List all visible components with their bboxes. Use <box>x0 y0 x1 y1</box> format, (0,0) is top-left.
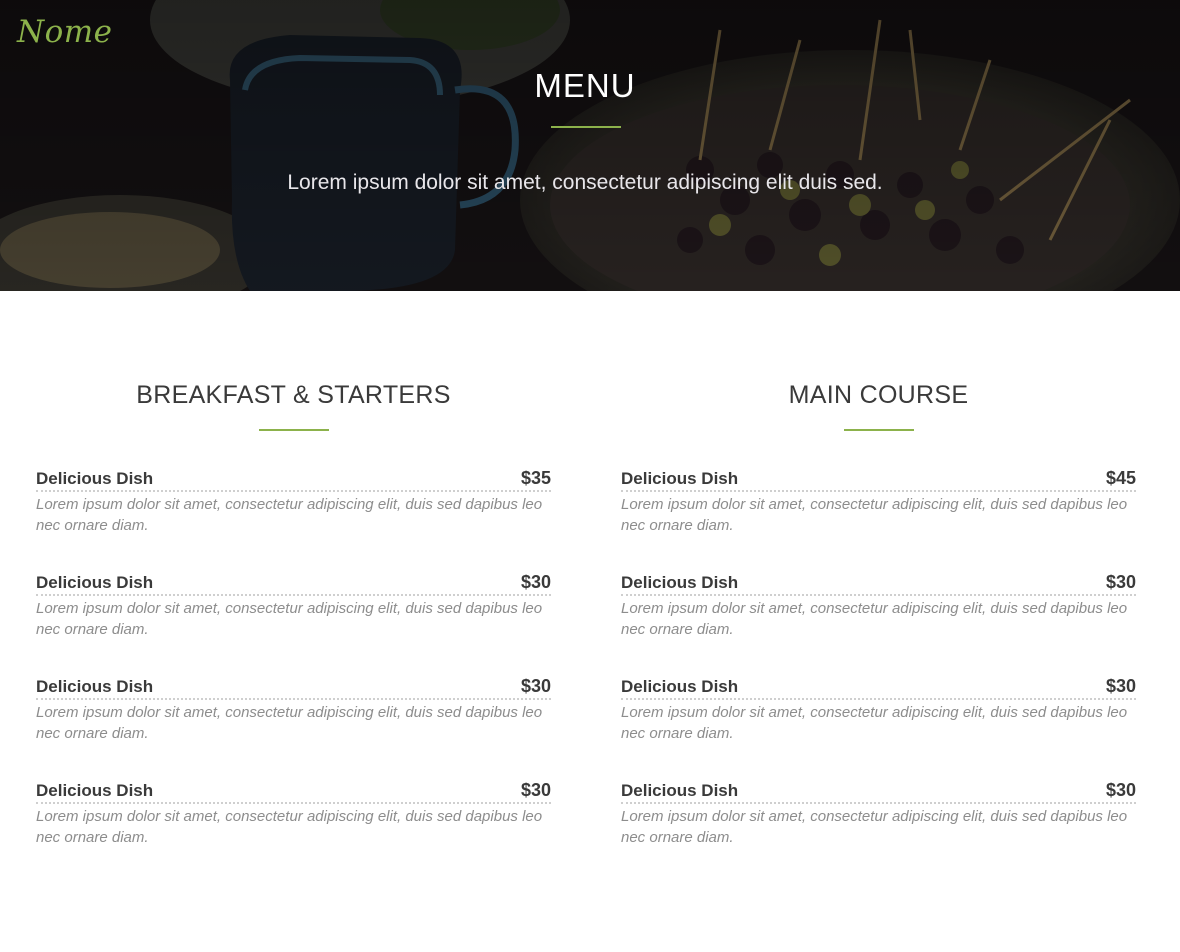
dish-description: Lorem ipsum dolor sit amet, consectetur … <box>36 600 543 638</box>
menu-item-header: Delicious Dish $30 <box>621 571 1136 596</box>
menu-page: Nome MENU Lorem ipsum dolor sit amet, co… <box>0 0 1180 952</box>
dish-name: Delicious Dish <box>621 469 739 488</box>
menu-item: Delicious Dish $30 Lorem ipsum dolor sit… <box>36 571 551 675</box>
menu-item: Delicious Dish $45 Lorem ipsum dolor sit… <box>621 467 1136 571</box>
dish-name: Delicious Dish <box>36 677 154 696</box>
hero-banner: Nome MENU Lorem ipsum dolor sit amet, co… <box>0 0 1180 291</box>
dish-price: $35 <box>520 468 551 488</box>
menu-item-header: Delicious Dish $30 <box>621 675 1136 700</box>
section-title: MAIN COURSE <box>788 381 969 409</box>
section-title: BREAKFAST & STARTERS <box>136 381 451 409</box>
menu-item-header: Delicious Dish $30 <box>621 779 1136 804</box>
dish-description: Lorem ipsum dolor sit amet, consectetur … <box>621 704 1128 742</box>
menu-item-header: Delicious Dish $35 <box>36 467 551 492</box>
section-underline <box>258 429 329 431</box>
dish-price: $30 <box>1105 676 1136 696</box>
dish-description: Lorem ipsum dolor sit amet, consectetur … <box>621 600 1128 638</box>
menu-item: Delicious Dish $35 Lorem ipsum dolor sit… <box>36 467 551 571</box>
menu-item: Delicious Dish $30 Lorem ipsum dolor sit… <box>621 779 1136 883</box>
dish-price: $30 <box>1105 572 1136 592</box>
dish-name: Delicious Dish <box>621 677 739 696</box>
menu-item-header: Delicious Dish $30 <box>36 571 551 596</box>
dish-price: $30 <box>520 572 551 592</box>
dish-description: Lorem ipsum dolor sit amet, consectetur … <box>621 808 1128 846</box>
menu-item: Delicious Dish $30 Lorem ipsum dolor sit… <box>621 571 1136 675</box>
dish-name: Delicious Dish <box>36 781 154 800</box>
menu-section-breakfast: BREAKFAST & STARTERS Delicious Dish $35 … <box>36 378 551 883</box>
dish-description: Lorem ipsum dolor sit amet, consectetur … <box>36 808 543 846</box>
hero-food-photo <box>0 0 1180 291</box>
menu-item-header: Delicious Dish $30 <box>36 779 551 804</box>
dish-description: Lorem ipsum dolor sit amet, consectetur … <box>621 496 1128 534</box>
menu-items-list: Delicious Dish $45 Lorem ipsum dolor sit… <box>621 467 1136 883</box>
dish-description: Lorem ipsum dolor sit amet, consectetur … <box>36 704 543 742</box>
dish-price: $30 <box>520 780 551 800</box>
menu-section-main-course: MAIN COURSE Delicious Dish $45 Lorem ips… <box>621 378 1136 883</box>
dish-price: $45 <box>1105 468 1136 488</box>
dish-name: Delicious Dish <box>36 469 154 488</box>
menu-item-header: Delicious Dish $45 <box>621 467 1136 492</box>
dish-name: Delicious Dish <box>621 781 739 800</box>
dish-price: $30 <box>520 676 551 696</box>
dish-description: Lorem ipsum dolor sit amet, consectetur … <box>36 496 543 534</box>
menu-item: Delicious Dish $30 Lorem ipsum dolor sit… <box>36 675 551 779</box>
dish-name: Delicious Dish <box>621 573 739 592</box>
section-underline <box>843 429 914 431</box>
page-title: MENU <box>534 67 636 104</box>
hero-subtitle: Lorem ipsum dolor sit amet, consectetur … <box>287 171 883 194</box>
dish-price: $30 <box>1105 780 1136 800</box>
menu-item: Delicious Dish $30 Lorem ipsum dolor sit… <box>36 779 551 883</box>
title-underline <box>551 126 621 128</box>
menu-items-list: Delicious Dish $35 Lorem ipsum dolor sit… <box>36 467 551 883</box>
brand-logo[interactable]: Nome <box>17 14 113 50</box>
dish-name: Delicious Dish <box>36 573 154 592</box>
menu-item: Delicious Dish $30 Lorem ipsum dolor sit… <box>621 675 1136 779</box>
menu-item-header: Delicious Dish $30 <box>36 675 551 700</box>
